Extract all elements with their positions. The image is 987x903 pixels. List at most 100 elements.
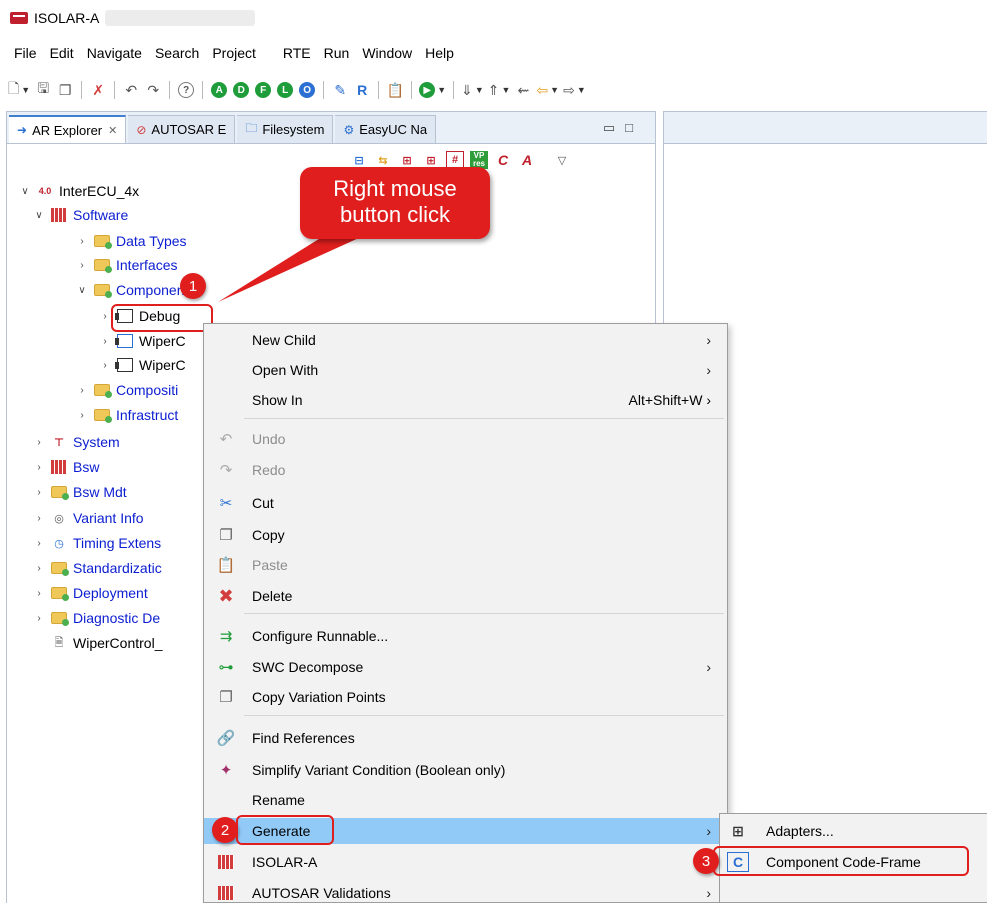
menu-rte[interactable]: RTE — [277, 45, 318, 61]
close-icon[interactable]: ✕ — [108, 124, 117, 137]
menu-file[interactable]: File — [8, 45, 44, 61]
run-icon[interactable]: ▶ ▼ — [419, 80, 446, 100]
validate-icon[interactable]: ✗ — [89, 80, 107, 100]
chevron-right-icon[interactable]: › — [32, 588, 46, 599]
tree-item-data-types[interactable]: › Data Types — [75, 230, 187, 252]
a-filter-icon[interactable]: A — [518, 151, 536, 169]
menu-item-find-references[interactable]: 🔗 Find References — [204, 725, 727, 751]
menu-item-rename[interactable]: Rename — [204, 787, 727, 813]
menu-item-simplify-variant[interactable]: ✦ Simplify Variant Condition (Boolean on… — [204, 757, 727, 783]
tree-item-timing[interactable]: › ◷ Timing Extens — [32, 532, 161, 554]
undo-toolbar-icon[interactable]: ↶ — [122, 80, 140, 100]
l-circle-icon[interactable]: L — [276, 80, 294, 100]
chevron-right-icon[interactable]: › — [32, 462, 46, 473]
menu-item-new-child[interactable]: New Child › — [204, 327, 727, 353]
redo-toolbar-icon[interactable]: ↷ — [144, 80, 162, 100]
menu-item-cut[interactable]: ✂ Cut — [204, 490, 727, 516]
f-circle-icon[interactable]: F — [254, 80, 272, 100]
step-badge-1: 1 — [180, 273, 206, 299]
back-icon[interactable]: ⇦ ▼ — [536, 80, 559, 100]
o-circle-icon[interactable]: O — [298, 80, 316, 100]
tree-item-compositions[interactable]: › Compositi — [75, 379, 178, 401]
tree-item-project[interactable]: ∨ 4.0 InterECU_4x — [18, 180, 139, 202]
chevron-right-icon[interactable]: › — [75, 236, 89, 247]
tree-item-variant-info[interactable]: › ◎ Variant Info — [32, 507, 143, 529]
tree-item-system[interactable]: › ⊤ System — [32, 431, 119, 453]
view-menu-icon[interactable]: ▽ — [553, 151, 571, 169]
tree-item-bsw[interactable]: › Bsw — [32, 456, 99, 478]
chevron-down-icon[interactable]: ∨ — [32, 210, 46, 221]
tree-item-wiper-file[interactable]: 🗎 WiperControl_ — [50, 632, 163, 654]
chevron-right-icon[interactable]: › — [98, 360, 112, 371]
c-filter-icon[interactable]: C — [494, 151, 512, 169]
menu-edit[interactable]: Edit — [44, 45, 81, 61]
menu-item-configure-runnable[interactable]: ⇉ Configure Runnable... — [204, 623, 727, 649]
menu-item-isolar-a[interactable]: ISOLAR-A — [204, 849, 727, 875]
tab-autosar-explorer[interactable]: ⊘ AUTOSAR E — [128, 115, 236, 143]
tree-item-standardization[interactable]: › Standardizatic — [32, 557, 162, 579]
chevron-right-icon[interactable]: › — [75, 410, 89, 421]
forward-icon[interactable]: ⇨ ▼ — [563, 80, 586, 100]
chevron-down-icon[interactable]: ∨ — [18, 186, 32, 197]
menu-project[interactable]: Project — [206, 45, 263, 61]
chevron-right-icon[interactable]: › — [75, 385, 89, 396]
tree-item-bsw-mdt[interactable]: › Bsw Mdt — [32, 481, 127, 503]
menu-window[interactable]: Window — [356, 45, 419, 61]
menu-search[interactable]: Search — [149, 45, 206, 61]
system-icon: ⊤ — [53, 436, 65, 449]
tab-easyuc[interactable]: ⚙ EasyUC Na — [335, 115, 437, 143]
chevron-right-icon[interactable]: › — [32, 563, 46, 574]
save-all-icon[interactable]: ❐ — [56, 80, 74, 100]
highlight-debug — [111, 304, 213, 332]
chevron-right-icon[interactable]: › — [32, 538, 46, 549]
menu-run[interactable]: Run — [318, 45, 357, 61]
menu-item-show-in[interactable]: Show In Alt+Shift+W › — [204, 387, 727, 413]
edit-model-icon[interactable]: ✎ — [331, 80, 349, 100]
tree-item-deployment[interactable]: › Deployment — [32, 582, 148, 604]
step-badge-2: 2 — [212, 817, 238, 843]
tree-item-software[interactable]: ∨ Software — [32, 204, 128, 226]
chevron-right-icon[interactable]: › — [98, 336, 112, 347]
tab-ar-explorer[interactable]: ➜ AR Explorer ✕ — [9, 115, 127, 143]
folder-icon — [93, 233, 112, 249]
last-edit-icon[interactable]: ⇜ — [514, 80, 532, 100]
tree-item-interfaces[interactable]: › Interfaces — [75, 254, 177, 276]
decompose-icon: ⊶ — [218, 659, 234, 676]
minimize-maximize-icons[interactable]: ▭□ — [603, 120, 643, 136]
d-circle-icon[interactable]: D — [232, 80, 250, 100]
validation-icon — [216, 883, 236, 903]
prev-annotation-icon[interactable]: ⇑ ▼ — [488, 80, 511, 100]
report-icon[interactable]: R — [353, 80, 371, 100]
clock-icon: ◷ — [54, 537, 64, 550]
chevron-right-icon[interactable]: › — [32, 613, 46, 624]
a-circle-icon[interactable]: A — [210, 80, 228, 100]
menu-item-copy-variation-points[interactable]: ❐ Copy Variation Points — [204, 684, 727, 710]
menu-item-autosar-validations[interactable]: AUTOSAR Validations › — [204, 880, 727, 903]
tab-filesystem[interactable]: 🗀 Filesystem — [237, 115, 334, 143]
adapter-icon: ⊞ — [732, 822, 744, 839]
menu-item-swc-decompose[interactable]: ⊶ SWC Decompose › — [204, 654, 727, 680]
menu-item-delete[interactable]: ✖ Delete — [204, 583, 727, 609]
chevron-right-icon[interactable]: › — [32, 513, 46, 524]
submenu-item-adapters[interactable]: ⊞ Adapters... — [720, 818, 987, 844]
delete-icon: ✖ — [218, 585, 234, 606]
save-icon[interactable]: 🖫 — [34, 80, 52, 100]
chevron-down-icon[interactable]: ∨ — [75, 285, 89, 296]
menu-item-open-with[interactable]: Open With › — [204, 357, 727, 383]
tree-item-wiper-2[interactable]: › WiperC — [98, 354, 185, 376]
menu-navigate[interactable]: Navigate — [81, 45, 149, 61]
tree-item-diagnostic[interactable]: › Diagnostic De — [32, 607, 160, 629]
chevron-right-icon[interactable]: › — [98, 311, 112, 322]
menu-help[interactable]: Help — [419, 45, 461, 61]
new-file-icon[interactable]: 🗋 ▼ — [8, 80, 30, 100]
chevron-right-icon[interactable]: › — [32, 487, 46, 498]
tree-item-components[interactable]: ∨ Components — [75, 279, 195, 301]
tree-item-infrastructure[interactable]: › Infrastruct — [75, 404, 178, 426]
menu-item-copy[interactable]: ❐ Copy — [204, 522, 727, 548]
chevron-right-icon[interactable]: › — [32, 437, 46, 448]
next-annotation-icon[interactable]: ⇓ ▼ — [461, 80, 484, 100]
chevron-right-icon[interactable]: › — [75, 260, 89, 271]
tree-item-wiper-1[interactable]: › WiperC — [98, 330, 185, 352]
clipboard-icon[interactable]: 📋 — [386, 80, 404, 100]
help-icon[interactable]: ? — [177, 80, 195, 100]
